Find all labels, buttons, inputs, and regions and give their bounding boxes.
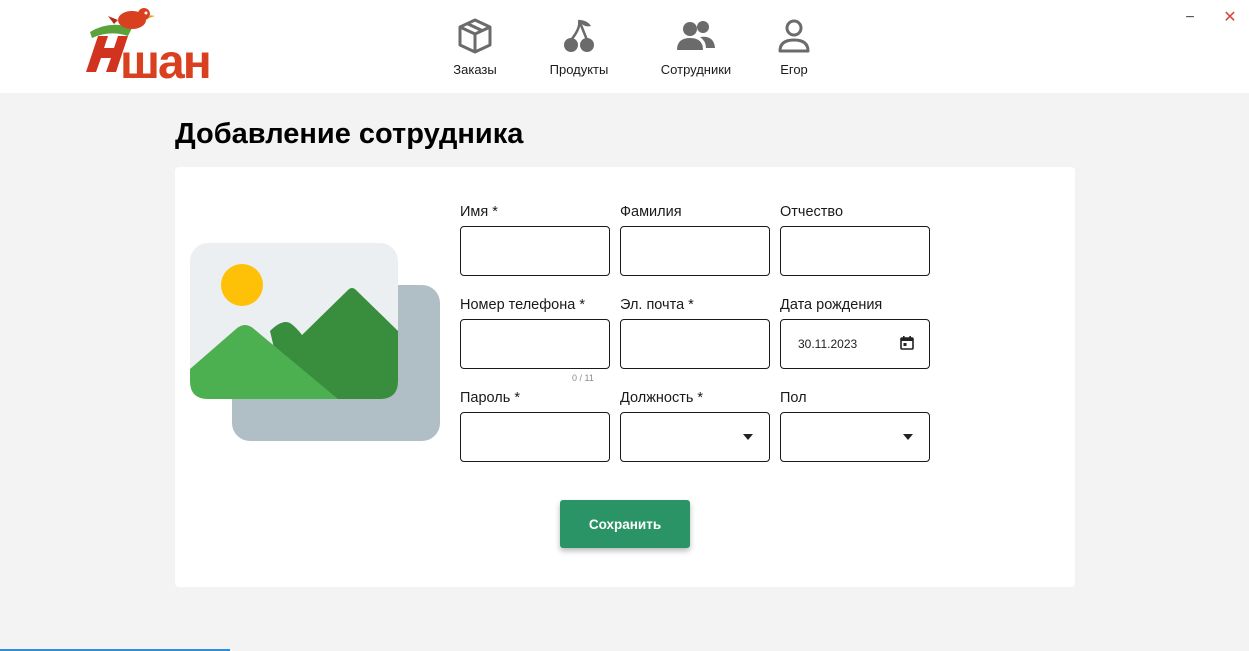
email-field[interactable]	[620, 319, 770, 369]
users-icon	[677, 21, 715, 50]
image-placeholder-icon[interactable]	[190, 243, 442, 443]
nav-orders-label: Заказы	[453, 62, 497, 77]
svg-text:шан: шан	[120, 36, 210, 82]
cherry-icon	[564, 19, 594, 52]
email-input[interactable]	[621, 320, 769, 368]
nav-employees[interactable]: Сотрудники	[651, 18, 741, 82]
password-input[interactable]	[461, 413, 609, 461]
phone-field[interactable]	[460, 319, 610, 369]
gender-label: Пол	[780, 390, 807, 406]
calendar-icon[interactable]	[900, 336, 914, 350]
phone-char-counter: 0 / 11	[572, 373, 594, 383]
last-name-field[interactable]	[620, 226, 770, 276]
last-name-label: Фамилия	[620, 204, 682, 220]
close-button[interactable]: ✕	[1218, 6, 1242, 30]
last-name-input[interactable]	[621, 227, 769, 275]
birth-date-value: 30.11.2023	[798, 337, 858, 351]
chevron-down-icon	[743, 434, 753, 440]
password-label: Пароль *	[460, 390, 520, 406]
gender-select[interactable]	[780, 412, 930, 462]
minimize-button[interactable]: −	[1178, 6, 1202, 30]
first-name-label: Имя *	[460, 204, 498, 220]
chevron-down-icon	[903, 434, 913, 440]
nav-orders[interactable]: Заказы	[430, 18, 520, 82]
position-select[interactable]	[620, 412, 770, 462]
app-header: шан Заказы Продукты Сотрудники Егор − ✕	[0, 0, 1249, 93]
birth-date-label: Дата рождения	[780, 297, 883, 313]
box-icon	[458, 18, 492, 54]
save-button[interactable]: Сохранить	[560, 500, 690, 548]
phone-label: Номер телефона *	[460, 297, 585, 313]
first-name-input[interactable]	[461, 227, 609, 275]
nav-products-label: Продукты	[549, 62, 609, 77]
nav-products[interactable]: Продукты	[534, 18, 624, 82]
password-field[interactable]	[460, 412, 610, 462]
birth-date-picker[interactable]: 30.11.2023	[780, 319, 930, 369]
employee-form-card: Имя * Фамилия Отчество Номер телефона * …	[175, 167, 1075, 587]
nav-employees-label: Сотрудники	[660, 62, 732, 77]
nav-profile[interactable]: Егор	[749, 18, 839, 82]
logo: шан	[86, 8, 212, 82]
email-label: Эл. почта *	[620, 297, 694, 313]
middle-name-input[interactable]	[781, 227, 929, 275]
middle-name-label: Отчество	[780, 204, 844, 220]
middle-name-field[interactable]	[780, 226, 930, 276]
phone-input[interactable]	[461, 320, 609, 368]
position-label: Должность *	[620, 390, 704, 406]
user-icon	[778, 19, 810, 53]
nav-profile-label: Егор	[780, 62, 808, 77]
first-name-field[interactable]	[460, 226, 610, 276]
page-title: Добавление сотрудника	[175, 118, 524, 150]
